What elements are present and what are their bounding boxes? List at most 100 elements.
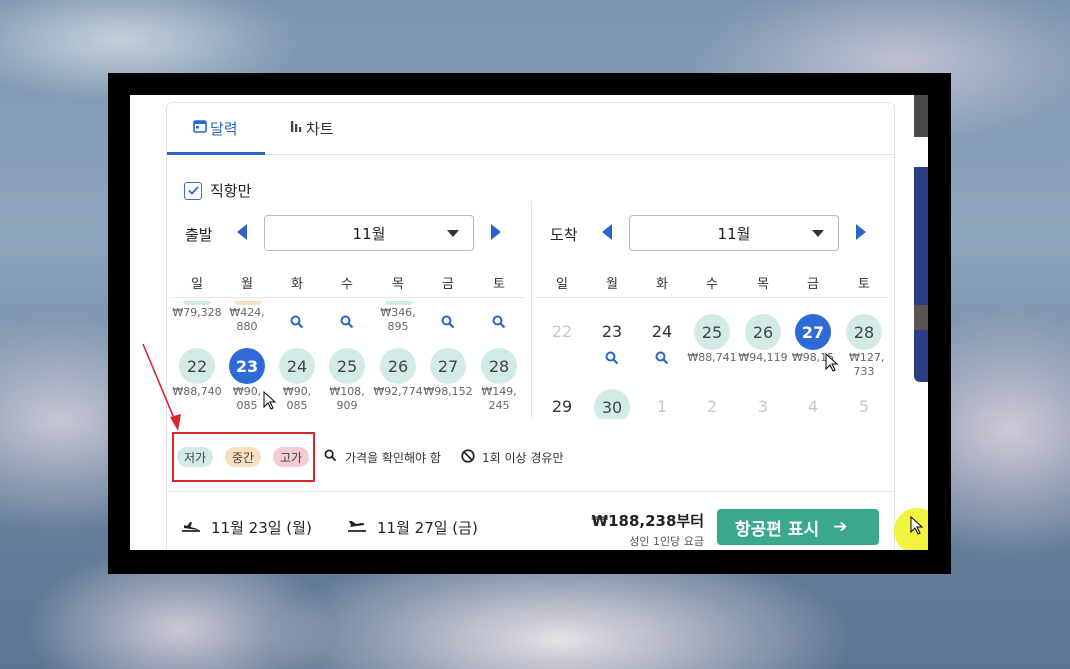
- annotation-highlight-box: [172, 432, 315, 482]
- weekday: 토: [493, 277, 505, 292]
- day-cell[interactable]: 27 ₩98,152: [423, 348, 473, 399]
- weekday: 일: [191, 277, 203, 292]
- view-tabs: 달력 차트: [167, 103, 894, 155]
- day-cell[interactable]: 29: [537, 389, 587, 425]
- weekday: 화: [656, 277, 668, 292]
- mouse-pointer-icon: [825, 353, 839, 372]
- search-icon: [340, 314, 354, 333]
- day-cell[interactable]: ₩346, 895: [373, 305, 423, 334]
- day-price: ₩88,741: [687, 351, 737, 364]
- search-icon: [441, 314, 455, 333]
- day-cell[interactable]: [423, 311, 473, 333]
- mouse-pointer-icon: [910, 516, 924, 535]
- day-number: 4: [807, 397, 819, 416]
- annotation-arrow-icon: [142, 343, 181, 431]
- departure-label: 출발: [185, 226, 213, 244]
- day-price: ₩92,774: [373, 385, 423, 398]
- tab-calendar[interactable]: 달력: [167, 103, 265, 155]
- day-price: ₩90, 085: [282, 385, 312, 412]
- day-cell[interactable]: 26 ₩92,774: [373, 348, 423, 399]
- depart-date: 11월 23일 (월): [211, 519, 312, 537]
- day-cell-disabled: 2: [687, 389, 737, 425]
- chevron-down-icon: [447, 230, 459, 237]
- strip-blue-panel: [914, 167, 928, 382]
- day-cell[interactable]: 25 ₩108, 909: [322, 348, 372, 413]
- day-price: ₩346, 895: [380, 306, 416, 333]
- day-cell[interactable]: 25 ₩88,741: [687, 314, 737, 365]
- day-cell[interactable]: [322, 311, 372, 333]
- day-number: 3: [757, 397, 769, 416]
- departure-prev-month-arrow[interactable]: [237, 224, 247, 240]
- legend-one-stop-label: 1회 이상 경유만: [482, 450, 564, 465]
- day-cell[interactable]: 28 ₩127, 733: [839, 314, 889, 379]
- strip-top: [914, 95, 928, 137]
- day-cell[interactable]: 23: [587, 314, 637, 369]
- weekday-divider: [537, 297, 889, 298]
- weekday: 목: [392, 277, 404, 292]
- weekday: 수: [341, 277, 353, 292]
- day-price: ₩94,119: [738, 351, 788, 364]
- weekday: 화: [291, 277, 303, 292]
- total-price: ₩188,238부터 성인 1인당 요금: [592, 510, 704, 549]
- weekday: 목: [757, 277, 769, 292]
- weekday: 월: [606, 277, 618, 292]
- day-number: 23: [229, 348, 265, 384]
- day-cell[interactable]: 24 ₩90, 085: [272, 348, 322, 413]
- show-flights-label: 항공편 표시: [735, 519, 820, 540]
- calendar-icon: [193, 119, 210, 137]
- day-number: 24: [279, 348, 315, 384]
- day-price: ₩149, 245: [481, 385, 517, 412]
- day-number: 1: [656, 397, 668, 416]
- day-price: ₩108, 909: [329, 385, 365, 412]
- day-number: 24: [651, 322, 673, 341]
- day-cell[interactable]: ₩79,328: [172, 305, 222, 320]
- day-cell-disabled: 4: [788, 389, 838, 425]
- day-cell[interactable]: 24: [637, 314, 687, 369]
- day-cell-disabled: 5: [839, 389, 889, 425]
- day-number: 25: [329, 348, 365, 384]
- search-icon: [290, 314, 304, 333]
- day-number: 29: [551, 397, 573, 416]
- day-number: 28: [481, 348, 517, 384]
- legend-one-stop: 1회 이상 경유만: [461, 446, 564, 468]
- arrival-next-month-arrow[interactable]: [856, 224, 866, 240]
- day-cell[interactable]: ₩424, 880: [222, 305, 272, 334]
- depart-summary: 11월 23일 (월): [181, 517, 312, 538]
- date-picker-panel: 달력 차트 직항만 출발 11월 도착 11월 일 월 화 수 목 금 토 일 …: [166, 102, 928, 550]
- day-price: ₩127, 733: [849, 351, 885, 378]
- no-symbol-icon: [461, 448, 475, 466]
- arrival-label: 도착: [550, 226, 578, 244]
- day-cell[interactable]: [474, 311, 524, 333]
- departure-next-month-arrow[interactable]: [491, 224, 501, 240]
- day-cell[interactable]: 26 ₩94,119: [738, 314, 788, 365]
- strip-mid: [914, 305, 928, 330]
- day-number: 26: [380, 348, 416, 384]
- legend-check-price-label: 가격을 확인해야 함: [345, 450, 441, 465]
- day-number: 27: [430, 348, 466, 384]
- day-cell[interactable]: 28 ₩149, 245: [474, 348, 524, 413]
- day-number: 30: [594, 389, 630, 419]
- search-icon: [605, 350, 619, 369]
- day-number: 25: [694, 314, 730, 350]
- day-cell[interactable]: [272, 311, 322, 333]
- price-note: 성인 1인당 요금: [629, 535, 704, 548]
- day-cell[interactable]: 30: [587, 389, 637, 419]
- return-summary: 11월 27일 (금): [347, 517, 478, 538]
- day-price: ₩79,328: [172, 306, 222, 319]
- footer-divider: [167, 491, 894, 492]
- departure-month-select[interactable]: 11월: [264, 215, 474, 251]
- weekday: 토: [858, 277, 870, 292]
- arrival-month-select[interactable]: 11월: [629, 215, 839, 251]
- weekday: 금: [442, 277, 454, 292]
- day-number: 22: [551, 322, 573, 341]
- weekday-divider: [173, 297, 524, 298]
- departure-month-value: 11월: [352, 224, 386, 243]
- weekday: 금: [807, 277, 819, 292]
- arrival-prev-month-arrow[interactable]: [602, 224, 612, 240]
- tab-chart[interactable]: 차트: [290, 103, 334, 153]
- day-cell-disabled: 1: [637, 389, 687, 425]
- checkbox-checked-icon: [184, 181, 202, 200]
- direct-only-checkbox[interactable]: 직항만: [184, 180, 251, 201]
- weekday: 수: [706, 277, 718, 292]
- show-flights-button[interactable]: 항공편 표시 ➔: [717, 509, 879, 545]
